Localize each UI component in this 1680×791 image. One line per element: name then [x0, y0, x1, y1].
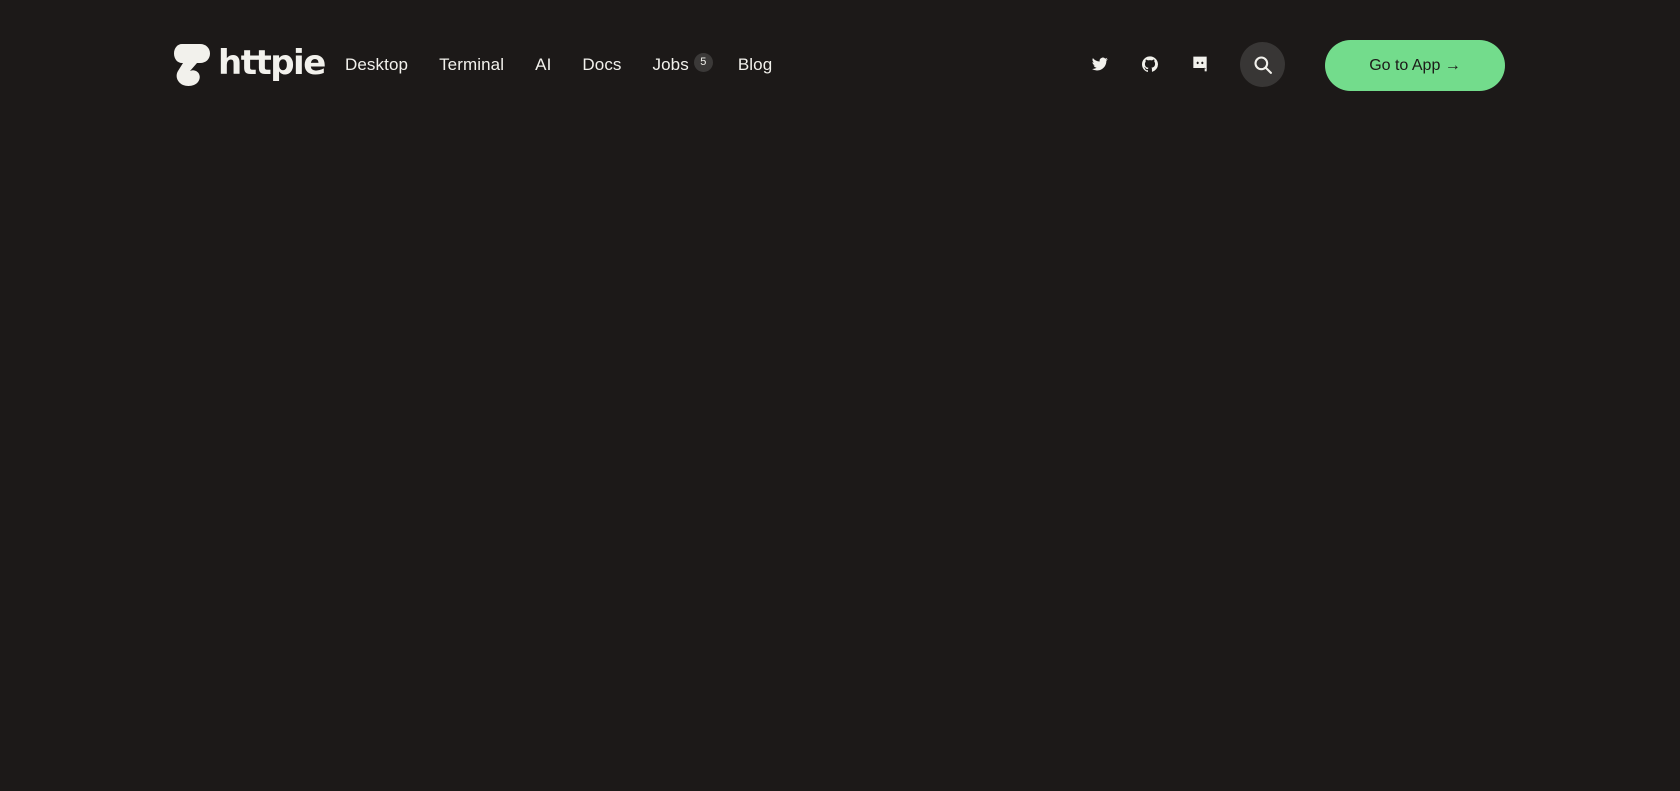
search-icon — [1253, 55, 1272, 74]
github-icon — [1142, 56, 1158, 72]
nav-label: Blog — [737, 55, 773, 74]
main-nav: Desktop Terminal AI Docs Jobs 5 Blog — [345, 50, 803, 80]
nav-label: Desktop — [345, 55, 409, 74]
discord-link[interactable] — [1185, 49, 1215, 79]
site-header: httpie Desktop Terminal AI Docs Jobs 5 B… — [0, 0, 1680, 130]
twitter-link[interactable] — [1085, 49, 1115, 79]
nav-label: Terminal — [439, 55, 505, 74]
main-content — [0, 130, 1680, 791]
logo-link[interactable]: httpie — [174, 43, 326, 86]
nav-item-jobs[interactable]: Jobs 5 — [652, 52, 713, 75]
nav-label: Docs — [582, 55, 622, 74]
search-button[interactable] — [1240, 42, 1285, 87]
nav-item-terminal[interactable]: Terminal — [439, 55, 504, 75]
go-to-app-button[interactable]: Go to App → — [1325, 40, 1505, 91]
discord-icon — [1193, 56, 1207, 72]
twitter-icon — [1092, 57, 1108, 71]
nav-item-desktop[interactable]: Desktop — [345, 55, 408, 75]
nav-item-blog[interactable]: Blog — [738, 55, 772, 75]
httpie-logo-icon — [174, 44, 210, 86]
nav-item-ai[interactable]: AI — [535, 55, 551, 75]
jobs-count-badge: 5 — [693, 52, 713, 72]
github-link[interactable] — [1135, 49, 1165, 79]
nav-item-docs[interactable]: Docs — [582, 55, 621, 75]
logo-text: httpie — [218, 43, 326, 83]
nav-label: Jobs — [652, 55, 689, 74]
nav-label: AI — [535, 55, 552, 74]
